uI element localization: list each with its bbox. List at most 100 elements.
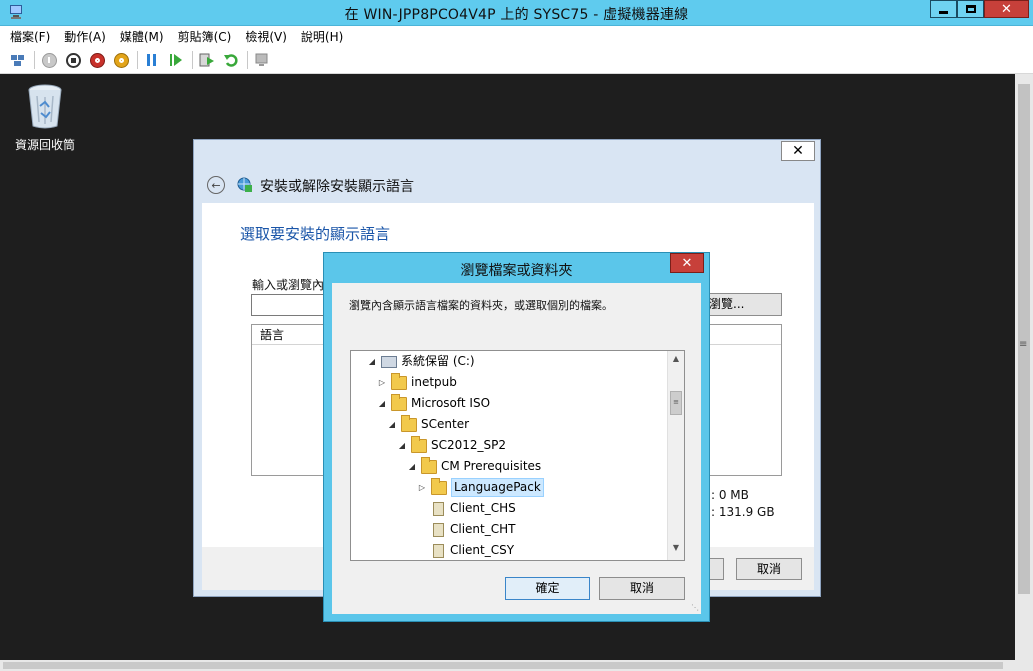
start-icon — [41, 52, 57, 68]
save-state-button[interactable] — [111, 50, 131, 70]
tree-item-label: SC2012_SP2 — [431, 438, 507, 452]
collapsed-arrow-icon[interactable]: ▷ — [417, 483, 427, 492]
maximize-button[interactable] — [957, 0, 984, 18]
collapsed-arrow-icon[interactable]: ▷ — [377, 378, 387, 387]
expanded-arrow-icon[interactable]: ◢ — [397, 441, 407, 450]
expanded-arrow-icon[interactable]: ◢ — [387, 420, 397, 429]
drive-icon — [381, 355, 397, 368]
scroll-thumb[interactable]: ≡ — [670, 391, 682, 415]
toolbar — [0, 47, 1033, 74]
tree-item[interactable]: ◢ Microsoft ISO — [377, 393, 490, 414]
tree-scrollbar[interactable]: ▲ ≡ ▼ — [667, 351, 684, 560]
menu-media[interactable]: 媒體(M) — [120, 28, 164, 45]
close-icon: ✕ — [1001, 1, 1012, 17]
back-button[interactable]: ← — [207, 176, 225, 194]
tree-item-label: SCenter — [421, 417, 470, 431]
menu-action[interactable]: 動作(A) — [64, 28, 106, 45]
enhanced-session-icon — [255, 53, 268, 66]
wizard-cancel-button[interactable]: 取消 — [736, 558, 802, 580]
close-button[interactable]: ✕ — [984, 0, 1029, 18]
shut-down-icon — [89, 52, 105, 68]
dialog-cancel-button[interactable]: 取消 — [599, 577, 685, 600]
file-icon — [433, 501, 444, 516]
revert-button[interactable] — [221, 50, 241, 70]
file-icon — [433, 522, 444, 537]
dialog-description: 瀏覽內含顯示語言檔案的資料夾，或選取個別的檔案。 — [349, 299, 613, 312]
snapshot-button[interactable] — [197, 50, 217, 70]
toolbar-separator — [34, 51, 35, 69]
turn-off-button[interactable] — [63, 50, 83, 70]
tree-item[interactable]: ▷ LanguagePack — [417, 477, 544, 498]
tree-item[interactable]: ▷ inetpub — [377, 372, 457, 393]
back-arrow-icon: ← — [211, 178, 221, 192]
space-available-text: 間: 131.9 GB — [699, 505, 775, 519]
tree-item-label: Microsoft ISO — [411, 396, 491, 410]
vm-window-title: 在 WIN-JPP8PCO4V4P 上的 SYSC75 - 虛擬機器連線 — [344, 7, 689, 23]
vm-horizontal-scrollbar[interactable] — [0, 660, 1033, 671]
revert-icon — [224, 54, 238, 67]
close-icon: ✕ — [681, 255, 693, 271]
expanded-arrow-icon[interactable]: ◢ — [407, 462, 417, 471]
folder-icon — [421, 456, 437, 474]
tree-item[interactable]: ◢ CM Prerequisites — [407, 456, 541, 477]
shut-down-button[interactable] — [87, 50, 107, 70]
browse-dialog: 瀏覽檔案或資料夾 ✕ 瀏覽內含顯示語言檔案的資料夾，或選取個別的檔案。 ▲ ≡ … — [323, 252, 710, 622]
toolbar-separator — [247, 51, 248, 69]
tree-item[interactable]: Client_CSY — [417, 540, 514, 560]
tree-item-label: Client_CHS — [450, 501, 516, 515]
pause-icon — [147, 54, 156, 66]
folder-icon — [391, 372, 407, 390]
start-button[interactable] — [39, 50, 59, 70]
pause-button[interactable] — [142, 50, 162, 70]
folder-icon — [431, 477, 447, 495]
ctrl-alt-del-icon — [11, 55, 24, 66]
recycle-bin-icon — [28, 84, 62, 129]
path-input[interactable] — [251, 294, 331, 316]
ok-button[interactable]: 確定 — [505, 577, 590, 600]
tree-item[interactable]: ◢ SCenter — [387, 414, 469, 435]
folder-tree[interactable]: ▲ ≡ ▼ ◢ 系統保留 (C:) ▷ inetpub ◢ Microsoft ISO ◢ S… — [350, 350, 685, 561]
menu-view[interactable]: 檢視(V) — [245, 28, 287, 45]
menu-clipboard[interactable]: 剪貼簿(C) — [178, 28, 232, 45]
language-globe-icon — [237, 177, 252, 192]
scroll-down-arrow-icon[interactable]: ▼ — [670, 543, 682, 557]
toolbar-separator — [137, 51, 138, 69]
browse-button[interactable]: 瀏覽... — [702, 293, 782, 316]
wizard-heading: 選取要安裝的顯示語言 — [240, 225, 391, 243]
dialog-close-button[interactable]: ✕ — [670, 253, 704, 273]
wizard-title: 安裝或解除安裝顯示語言 — [260, 179, 414, 195]
tree-item[interactable]: Client_CHT — [417, 519, 515, 540]
vm-vertical-scrollbar[interactable]: ≡ — [1015, 74, 1033, 660]
tree-item-label: 系統保留 (C:) — [401, 354, 475, 368]
dialog-title: 瀏覽檔案或資料夾 — [460, 263, 573, 279]
tree-item[interactable]: ◢ SC2012_SP2 — [397, 435, 506, 456]
tree-item[interactable]: ◢ 系統保留 (C:) — [367, 351, 475, 372]
scroll-up-arrow-icon[interactable]: ▲ — [670, 354, 682, 368]
folder-icon — [411, 435, 427, 453]
expanded-arrow-icon[interactable]: ◢ — [367, 357, 377, 366]
tree-item-label: LanguagePack — [451, 478, 544, 497]
expanded-arrow-icon[interactable]: ◢ — [377, 399, 387, 408]
snapshot-icon — [199, 53, 214, 67]
recycle-bin-label: 資源回收筒 — [14, 138, 75, 152]
close-icon: ✕ — [792, 143, 804, 159]
horizontal-scroll-thumb[interactable] — [3, 662, 1003, 669]
turn-off-icon — [65, 52, 81, 68]
recycle-bin[interactable]: 資源回收筒 — [12, 82, 78, 153]
tree-item-label: inetpub — [411, 375, 457, 389]
menu-help[interactable]: 說明(H) — [301, 28, 343, 45]
dialog-body: 瀏覽內含顯示語言檔案的資料夾，或選取個別的檔案。 ▲ ≡ ▼ ◢ 系統保留 (C:… — [332, 283, 701, 614]
resize-grip-icon[interactable]: ⋱ — [691, 603, 699, 612]
tree-item[interactable]: Client_CHS — [417, 498, 516, 519]
reset-button[interactable] — [166, 50, 186, 70]
minimize-button[interactable] — [930, 0, 957, 18]
folder-icon — [401, 414, 417, 432]
ctrl-alt-del-button[interactable] — [8, 50, 28, 70]
tree-item-label: CM Prerequisites — [441, 459, 542, 473]
scroll-grip-icon: ≡ — [1019, 339, 1028, 350]
wizard-close-button[interactable]: ✕ — [781, 141, 815, 161]
enhanced-session-button[interactable] — [252, 50, 272, 70]
guest-desktop: 資源回收筒 ✕ ← 安裝或解除安裝顯示語言 選取要安裝的顯示語言 輸入或瀏覽內 … — [0, 74, 1015, 660]
menu-file[interactable]: 檔案(F) — [10, 28, 50, 45]
reset-icon — [170, 54, 182, 66]
